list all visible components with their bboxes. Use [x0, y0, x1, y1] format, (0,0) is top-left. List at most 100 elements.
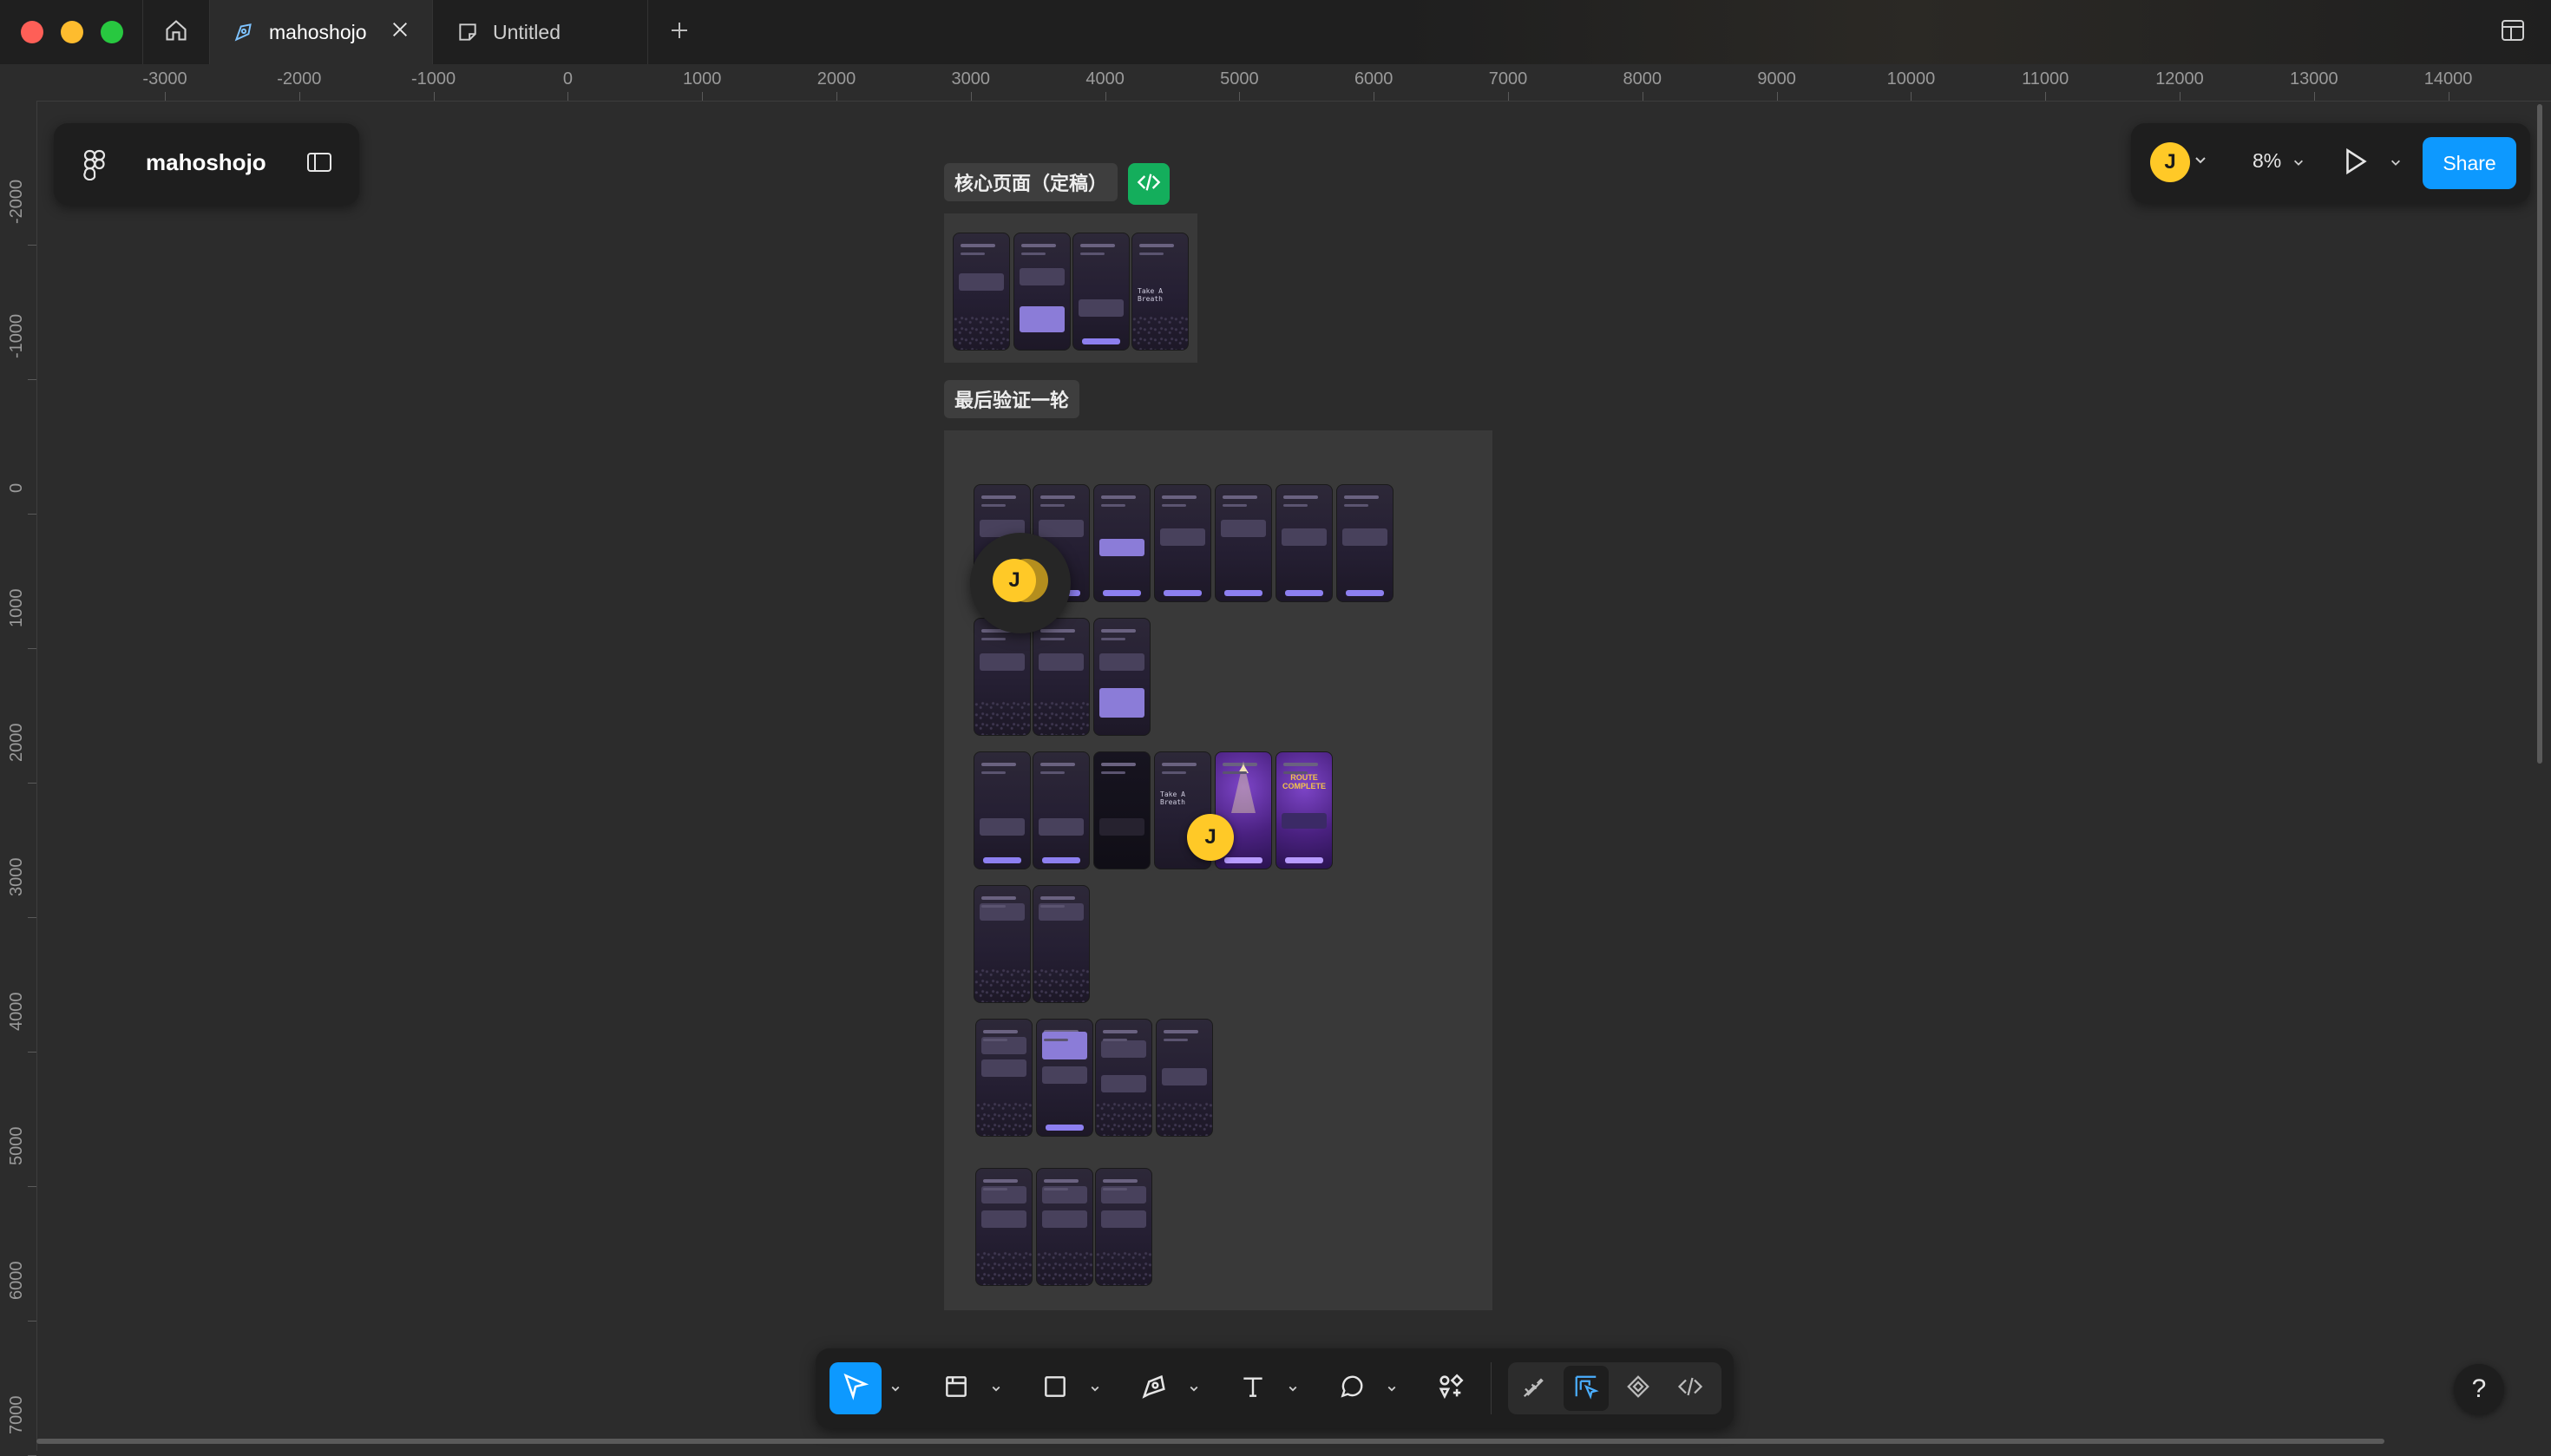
present-button[interactable] [2336, 144, 2374, 182]
ruler-tick-label: 8000 [1623, 69, 1662, 89]
screen-frame[interactable]: Take A Breath [1131, 233, 1189, 351]
screen-frame[interactable] [1033, 751, 1090, 869]
comment-icon [1338, 1373, 1366, 1405]
file-name[interactable]: mahoshojo [146, 149, 266, 176]
section-label-core-pages[interactable]: 核心页面（定稿） [944, 163, 1118, 201]
ruler-tick-label: 7000 [7, 1395, 26, 1435]
screen-frame[interactable]: ROUTE COMPLETE [1276, 751, 1333, 869]
toggle-sidebar-button[interactable] [302, 148, 337, 180]
screen-frame[interactable] [1072, 233, 1130, 351]
pen-tool-button[interactable] [1128, 1362, 1180, 1414]
close-window-button[interactable] [21, 21, 43, 43]
zoom-level[interactable]: 8% [2253, 149, 2281, 173]
screen-frame[interactable] [1036, 1168, 1093, 1286]
ruler-tick [28, 917, 36, 918]
frame-tool-button[interactable] [930, 1362, 982, 1414]
screen-frame[interactable] [1033, 618, 1090, 736]
screen-frame[interactable] [975, 1168, 1033, 1286]
ruler-tick [1239, 92, 1241, 101]
ruler-tick [28, 1321, 36, 1322]
ruler-tick-label: 14000 [2423, 69, 2473, 89]
collaborator-cursor-avatar[interactable]: J [1187, 814, 1234, 861]
vertical-ruler: -2000 -1000 0 1000 2000 3000 4000 5000 6000 7000 [0, 101, 37, 1456]
code-icon [1677, 1374, 1703, 1404]
horizontal-scrollbar[interactable] [36, 1439, 2384, 1444]
screen-frame[interactable] [1013, 233, 1071, 351]
chevron-down-icon[interactable] [2390, 156, 2402, 168]
chevron-down-icon[interactable] [887, 1380, 904, 1397]
figma-logo-icon[interactable] [83, 149, 106, 185]
panel-toggle-button[interactable] [2499, 19, 2527, 45]
chevron-down-icon[interactable] [1185, 1380, 1203, 1397]
screen-frame[interactable] [1095, 1168, 1152, 1286]
draw-mode-button[interactable] [1512, 1366, 1557, 1411]
ruler-tick-label: 4000 [1085, 69, 1125, 89]
dev-mode-badge[interactable] [1128, 163, 1170, 205]
tab-label: Untitled [493, 20, 561, 43]
ruler-tick-label: 3000 [951, 69, 991, 89]
ruler-tick-label: -2000 [7, 179, 26, 224]
ruler-tick [567, 92, 569, 101]
section-core-pages[interactable]: Take A Breath [944, 213, 1197, 363]
screen-frame[interactable] [1093, 751, 1151, 869]
ruler-tick [28, 245, 36, 246]
screen-frame[interactable] [974, 618, 1031, 736]
screen-frame[interactable] [975, 1019, 1033, 1137]
new-tab-button[interactable] [665, 17, 694, 47]
minimize-window-button[interactable] [61, 21, 83, 43]
toolbar-divider [1491, 1362, 1492, 1414]
ruler-tick [1105, 92, 1106, 101]
chevron-down-icon[interactable] [1284, 1380, 1302, 1397]
screen-frame[interactable] [974, 751, 1031, 869]
figjam-file-icon [456, 21, 479, 43]
screen-frame[interactable] [1215, 484, 1272, 602]
vertical-scrollbar[interactable] [2537, 104, 2542, 764]
maximize-window-button[interactable] [101, 21, 123, 43]
comment-tool-button[interactable] [1326, 1362, 1378, 1414]
ruler-tick [836, 92, 837, 101]
chevron-down-icon[interactable] [1086, 1380, 1104, 1397]
screen-frame[interactable] [1095, 1019, 1152, 1137]
user-avatar[interactable]: J [2150, 142, 2190, 182]
screen-frame[interactable] [953, 233, 1010, 351]
chevron-down-icon[interactable] [2194, 153, 2207, 167]
screen-frame[interactable] [1156, 1019, 1213, 1137]
screen-frame[interactable] [1276, 484, 1333, 602]
close-tab-button[interactable] [387, 19, 413, 45]
code-icon [1137, 170, 1161, 199]
text-tool-button[interactable] [1227, 1362, 1279, 1414]
actions-tool-button[interactable] [1425, 1362, 1477, 1414]
prototype-mode-button[interactable] [1616, 1366, 1661, 1411]
home-button[interactable] [142, 0, 210, 64]
dev-mode-button[interactable] [1668, 1366, 1713, 1411]
tab-mahoshojo[interactable]: mahoshojo [210, 0, 433, 64]
chevron-down-icon[interactable] [987, 1380, 1005, 1397]
screen-frame[interactable] [1336, 484, 1394, 602]
share-button[interactable]: Share [2423, 137, 2516, 189]
design-file-icon [233, 21, 255, 43]
section-label-final-validation[interactable]: 最后验证一轮 [944, 380, 1080, 418]
ruler-tick-label: 4000 [7, 992, 26, 1032]
screen-frame[interactable] [974, 885, 1031, 1003]
screen-frame[interactable] [1036, 1019, 1093, 1137]
screen-frame[interactable] [1033, 885, 1090, 1003]
ruler-tick-label: -2000 [277, 69, 322, 89]
text-icon [1239, 1373, 1267, 1405]
help-button[interactable]: ? [2454, 1364, 2504, 1414]
tab-untitled[interactable]: Untitled [434, 0, 648, 64]
collaborator-avatar[interactable]: J [993, 559, 1036, 602]
screen-frame[interactable] [1093, 618, 1151, 736]
cursor-arrow-icon [841, 1372, 870, 1406]
bottom-toolbar [816, 1348, 1734, 1428]
ruler-tick-label: -1000 [7, 313, 26, 358]
screen-frame[interactable] [1154, 484, 1211, 602]
screen-frame[interactable] [1093, 484, 1151, 602]
design-mode-button[interactable] [1564, 1366, 1609, 1411]
chevron-down-icon[interactable] [2292, 156, 2305, 168]
shape-tool-button[interactable] [1029, 1362, 1081, 1414]
move-tool-button[interactable] [830, 1362, 882, 1414]
chevron-down-icon[interactable] [1383, 1380, 1400, 1397]
ruler-tick-label: -1000 [411, 69, 456, 89]
ruler-tick [970, 92, 972, 101]
ruler-tick [28, 514, 36, 515]
